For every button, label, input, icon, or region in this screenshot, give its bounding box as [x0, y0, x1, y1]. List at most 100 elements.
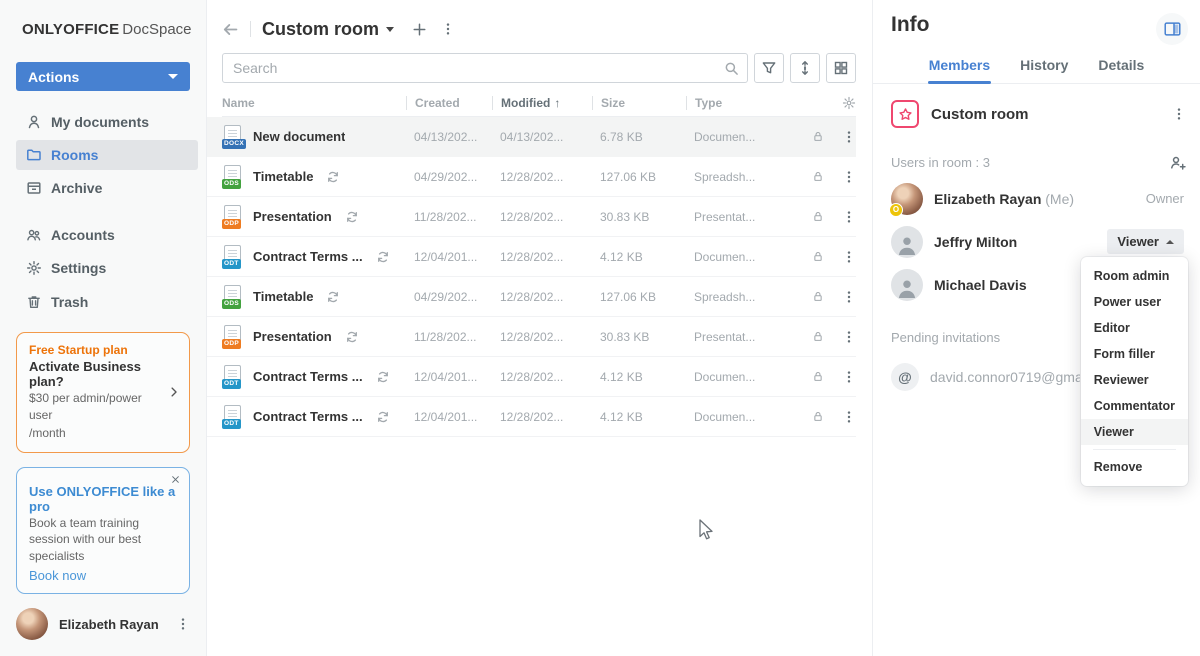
sidebar-item-trash[interactable]: Trash — [16, 287, 198, 316]
gear-icon — [26, 260, 42, 276]
sidebar-item-archive[interactable]: Archive — [16, 174, 198, 203]
tab-history[interactable]: History — [1019, 49, 1069, 83]
back-button[interactable] — [222, 21, 239, 38]
sidebar-item-label: Archive — [51, 180, 102, 196]
file-modified: 12/28/202... — [492, 410, 592, 424]
add-button[interactable] — [412, 22, 427, 37]
column-header-size[interactable]: Size — [592, 96, 686, 110]
file-row[interactable]: ODS Timetable 04/29/202... 12/28/202... … — [207, 157, 856, 197]
file-row[interactable]: ODT Contract Terms ... 12/04/201... 12/2… — [207, 237, 856, 277]
file-created: 04/29/202... — [406, 170, 492, 184]
file-row[interactable]: DOCX New document 04/13/202... 04/13/202… — [207, 117, 856, 157]
search-input[interactable] — [223, 54, 747, 82]
training-banner: Use ONLYOFFICE like a pro Book a team tr… — [16, 467, 190, 594]
caret-up-icon — [1166, 240, 1174, 244]
tab-details[interactable]: Details — [1097, 49, 1145, 83]
actions-button[interactable]: Actions — [16, 62, 190, 91]
close-icon[interactable] — [171, 475, 180, 484]
title-caret-down-icon[interactable] — [386, 27, 394, 32]
file-name[interactable]: Contract Terms ... — [253, 409, 363, 424]
pending-label: Pending invitations — [891, 330, 1000, 345]
room-context-menu-icon[interactable] — [1172, 107, 1186, 121]
file-row[interactable]: ODT Contract Terms ... 12/04/201... 12/2… — [207, 357, 856, 397]
lock-icon[interactable] — [812, 410, 824, 423]
lock-icon[interactable] — [812, 370, 824, 383]
file-name[interactable]: Contract Terms ... — [253, 249, 363, 264]
upgrade-plan-banner[interactable]: Free Startup plan Activate Business plan… — [16, 332, 190, 452]
sidebar-item-my-documents[interactable]: My documents — [16, 107, 198, 136]
lock-icon[interactable] — [812, 170, 824, 183]
filter-icon — [761, 60, 777, 76]
file-name[interactable]: New document — [253, 129, 345, 144]
file-row[interactable]: ODS Timetable 04/29/202... 12/28/202... … — [207, 277, 856, 317]
menu-item-room-admin[interactable]: Room admin — [1081, 263, 1188, 289]
row-context-menu-icon[interactable] — [842, 410, 856, 424]
plan-price-line1: $30 per admin/power user — [29, 390, 161, 424]
file-name[interactable]: Timetable — [253, 169, 313, 184]
file-name[interactable]: Timetable — [253, 289, 313, 304]
file-type: Presentat... — [686, 210, 806, 224]
app-logo[interactable]: ONLYOFFICEDocSpace — [0, 0, 206, 54]
file-row[interactable]: ODP Presentation 11/28/202... 12/28/202.… — [207, 197, 856, 237]
add-user-icon[interactable] — [1169, 154, 1186, 171]
menu-item-reviewer[interactable]: Reviewer — [1081, 367, 1188, 393]
row-context-menu-icon[interactable] — [842, 130, 856, 144]
lock-icon[interactable] — [812, 210, 824, 223]
book-now-link[interactable]: Book now — [29, 568, 177, 583]
file-type: Documen... — [686, 370, 806, 384]
column-header-modified[interactable]: Modified↑ — [492, 96, 592, 110]
file-modified: 04/13/202... — [492, 130, 592, 144]
row-context-menu-icon[interactable] — [842, 170, 856, 184]
sort-icon — [797, 60, 813, 76]
caret-down-icon — [168, 74, 178, 79]
file-row[interactable]: ODT Contract Terms ... 12/04/201... 12/2… — [207, 397, 856, 437]
row-context-menu-icon[interactable] — [842, 210, 856, 224]
lock-icon[interactable] — [812, 250, 824, 263]
file-name[interactable]: Presentation — [253, 329, 332, 344]
profile-context-menu-icon[interactable] — [176, 617, 190, 631]
panel-toggle-button[interactable] — [1156, 13, 1188, 45]
row-context-menu-icon[interactable] — [842, 370, 856, 384]
lock-icon[interactable] — [812, 130, 824, 143]
table-settings-gear-icon[interactable] — [842, 96, 856, 110]
menu-item-editor[interactable]: Editor — [1081, 315, 1188, 341]
training-title: Use ONLYOFFICE like a pro — [29, 484, 177, 514]
member-role-label: Owner — [1146, 191, 1184, 206]
menu-item-remove[interactable]: Remove — [1081, 454, 1188, 480]
header-context-menu-icon[interactable] — [441, 22, 455, 36]
row-context-menu-icon[interactable] — [842, 330, 856, 344]
lock-icon[interactable] — [812, 330, 824, 343]
sidebar-item-label: Settings — [51, 260, 106, 276]
menu-item-commentator[interactable]: Commentator — [1081, 393, 1188, 419]
custom-room-star-icon — [891, 100, 919, 128]
row-context-menu-icon[interactable] — [842, 290, 856, 304]
sidebar-item-label: Rooms — [51, 147, 98, 163]
sidebar-item-accounts[interactable]: Accounts — [16, 221, 198, 250]
user-name: Elizabeth Rayan — [59, 617, 159, 632]
users-count-label: Users in room : 3 — [891, 155, 990, 170]
menu-item-power-user[interactable]: Power user — [1081, 289, 1188, 315]
file-name[interactable]: Presentation — [253, 209, 332, 224]
row-context-menu-icon[interactable] — [842, 250, 856, 264]
sort-button[interactable] — [790, 53, 820, 83]
user-profile-footer[interactable]: Elizabeth Rayan — [0, 594, 206, 656]
lock-icon[interactable] — [812, 290, 824, 303]
filter-button[interactable] — [754, 53, 784, 83]
column-header-created[interactable]: Created — [406, 96, 492, 110]
column-header-type[interactable]: Type — [686, 96, 806, 110]
sidebar-item-settings[interactable]: Settings — [16, 254, 198, 283]
search-box — [222, 53, 748, 83]
file-name[interactable]: Contract Terms ... — [253, 369, 363, 384]
file-row[interactable]: ODP Presentation 11/28/202... 12/28/202.… — [207, 317, 856, 357]
menu-item-form-filler[interactable]: Form filler — [1081, 341, 1188, 367]
menu-item-viewer[interactable]: Viewer — [1081, 419, 1188, 445]
role-selector-button[interactable]: Viewer — [1107, 229, 1184, 254]
file-size: 30.83 KB — [592, 210, 686, 224]
page-title[interactable]: Custom room — [262, 19, 379, 40]
sidebar-item-rooms[interactable]: Rooms — [16, 140, 198, 169]
column-header-name[interactable]: Name — [222, 96, 406, 110]
tab-members[interactable]: Members — [928, 49, 991, 83]
sync-icon — [326, 170, 340, 184]
plan-title: Activate Business plan? — [29, 359, 161, 389]
grid-view-button[interactable] — [826, 53, 856, 83]
